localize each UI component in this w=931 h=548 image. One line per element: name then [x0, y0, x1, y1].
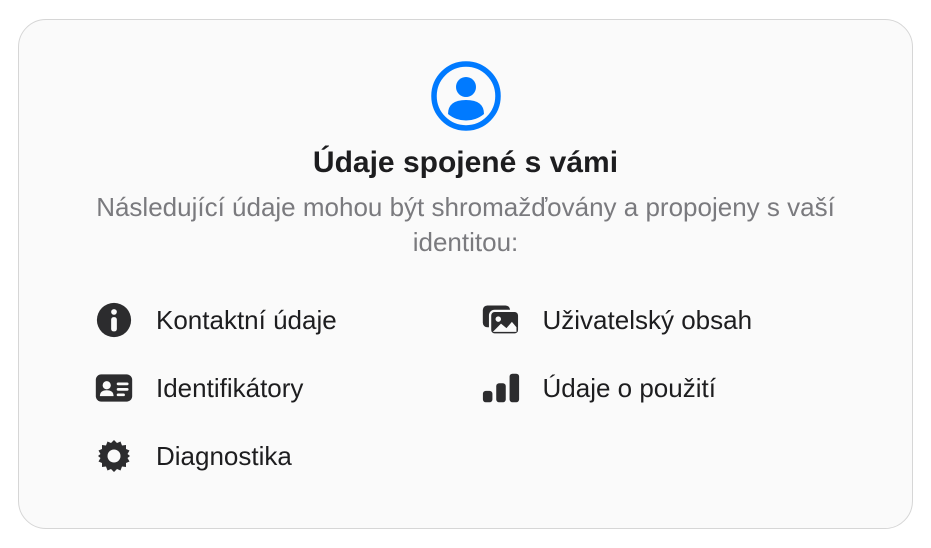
item-contact-info: Kontaktní údaje	[94, 300, 451, 340]
item-label: Uživatelský obsah	[543, 305, 753, 336]
diagnostics-icon	[94, 436, 134, 476]
info-icon	[94, 300, 134, 340]
card-subtitle: Následující údaje mohou být shromažďován…	[89, 190, 842, 260]
usage-data-icon	[481, 368, 521, 408]
user-content-icon	[481, 300, 521, 340]
item-user-content: Uživatelský obsah	[481, 300, 838, 340]
item-label: Identifikátory	[156, 373, 303, 404]
data-items-grid: Kontaktní údaje Uživatelský obsah	[89, 300, 842, 476]
card-title: Údaje spojené s vámi	[313, 146, 618, 180]
identifiers-icon	[94, 368, 134, 408]
privacy-card: Údaje spojené s vámi Následující údaje m…	[18, 19, 913, 529]
item-usage-data: Údaje o použití	[481, 368, 838, 408]
item-label: Kontaktní údaje	[156, 305, 337, 336]
item-label: Údaje o použití	[543, 373, 716, 404]
person-icon	[430, 60, 502, 132]
item-label: Diagnostika	[156, 441, 292, 472]
item-identifiers: Identifikátory	[94, 368, 451, 408]
item-diagnostics: Diagnostika	[94, 436, 451, 476]
